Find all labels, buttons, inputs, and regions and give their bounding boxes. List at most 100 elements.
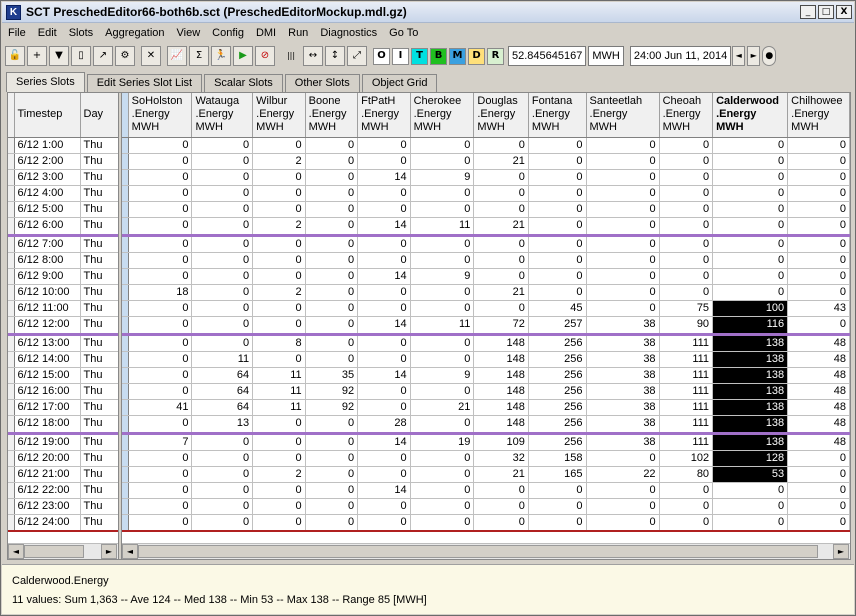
timestep-cell[interactable]: 6/12 16:00 <box>14 383 81 400</box>
value-cell[interactable]: 22 <box>586 466 660 483</box>
value-cell[interactable]: 0 <box>410 482 475 499</box>
timestep-cell[interactable]: 6/12 11:00 <box>14 300 81 317</box>
day-cell[interactable]: Thu <box>80 498 119 515</box>
day-cell[interactable]: Thu <box>80 153 119 170</box>
slot-header-cheoah[interactable]: Cheoah .Energy MWH <box>659 93 714 138</box>
timestep-row[interactable]: 6/12 16:00 Thu <box>8 383 119 400</box>
value-cell[interactable]: 0 <box>787 450 850 467</box>
value-cell[interactable]: 0 <box>128 450 193 467</box>
d-flag-icon[interactable]: D <box>468 47 485 65</box>
timestep-cell[interactable]: 6/12 6:00 <box>14 217 81 237</box>
value-cell[interactable]: 0 <box>252 169 306 186</box>
value-cell[interactable]: 0 <box>357 284 411 301</box>
value-cell[interactable]: 0 <box>305 450 359 467</box>
value-cell[interactable]: 0 <box>191 482 254 499</box>
r-flag-icon[interactable]: R <box>487 47 504 65</box>
day-cell[interactable]: Thu <box>80 482 119 499</box>
value-cell[interactable]: 48 <box>787 415 850 435</box>
value-cell[interactable]: 0 <box>712 514 789 532</box>
value-cell[interactable]: 0 <box>191 316 254 336</box>
value-cell[interactable]: 0 <box>191 433 254 451</box>
value-cell[interactable]: 0 <box>787 185 850 202</box>
value-cell[interactable]: 0 <box>191 217 254 237</box>
day-cell[interactable]: Thu <box>80 399 119 416</box>
value-cell[interactable]: 53 <box>712 466 789 483</box>
value-cell[interactable]: 0 <box>252 252 306 269</box>
value-cell[interactable]: 148 <box>473 415 529 435</box>
value-cell[interactable]: 0 <box>712 169 789 186</box>
value-cell[interactable]: 0 <box>410 201 475 218</box>
value-cell[interactable]: 0 <box>659 201 714 218</box>
value-cell[interactable]: 0 <box>473 201 529 218</box>
value-cell[interactable]: 0 <box>128 268 193 285</box>
value-cell[interactable]: 0 <box>252 201 306 218</box>
timestep-cell[interactable]: 6/12 18:00 <box>14 415 81 435</box>
day-cell[interactable]: Thu <box>80 217 119 237</box>
value-cell[interactable]: 0 <box>659 498 714 515</box>
value-cell[interactable]: 0 <box>586 185 660 202</box>
value-cell[interactable]: 0 <box>128 498 193 515</box>
timestep-cell[interactable]: 6/12 19:00 <box>14 433 81 451</box>
value-cell[interactable]: 0 <box>252 415 306 435</box>
timestep-row[interactable]: 6/12 12:00 Thu <box>8 316 119 336</box>
timestep-cell[interactable]: 6/12 1:00 <box>14 137 81 154</box>
value-cell[interactable]: 148 <box>473 367 529 384</box>
value-cell[interactable]: 0 <box>528 137 587 154</box>
slot-header-cherokee[interactable]: Cherokee .Energy MWH <box>410 93 475 138</box>
value-cell[interactable]: 11 <box>191 351 254 368</box>
value-cell[interactable]: 0 <box>128 367 193 384</box>
timestep-row[interactable]: 6/12 2:00 Thu <box>8 153 119 170</box>
value-cell[interactable]: 0 <box>787 137 850 154</box>
value-cell[interactable]: 0 <box>787 201 850 218</box>
value-cell[interactable]: 0 <box>473 300 529 317</box>
timestep-row[interactable]: 6/12 10:00 Thu <box>8 284 119 301</box>
value-cell[interactable]: 0 <box>659 514 714 532</box>
value-cell[interactable]: 0 <box>252 268 306 285</box>
day-cell[interactable]: Thu <box>80 466 119 483</box>
timestep-cell[interactable]: 6/12 10:00 <box>14 284 81 301</box>
timestep-cell[interactable]: 6/12 12:00 <box>14 316 81 336</box>
value-cell[interactable]: 0 <box>787 316 850 336</box>
day-cell[interactable]: Thu <box>80 284 119 301</box>
value-cell[interactable]: 0 <box>305 284 359 301</box>
value-cell[interactable]: 21 <box>410 399 475 416</box>
value-cell[interactable]: 9 <box>410 367 475 384</box>
value-cell[interactable]: 0 <box>128 415 193 435</box>
value-cell[interactable]: 0 <box>586 217 660 237</box>
delete-icon[interactable]: ✕ <box>141 46 161 66</box>
value-cell[interactable]: 0 <box>659 169 714 186</box>
value-cell[interactable]: 0 <box>787 466 850 483</box>
value-cell[interactable]: 0 <box>528 284 587 301</box>
filter-icon[interactable]: ▼ <box>49 46 69 66</box>
value-cell[interactable]: 38 <box>586 351 660 368</box>
value-cell[interactable]: 0 <box>357 399 411 416</box>
go-icon[interactable]: ● <box>762 46 777 66</box>
tab-scalar-slots[interactable]: Scalar Slots <box>204 74 283 92</box>
value-cell[interactable]: 0 <box>305 316 359 336</box>
value-cell[interactable]: 0 <box>659 268 714 285</box>
value-cell[interactable]: 0 <box>787 252 850 269</box>
timestep-row[interactable]: 6/12 13:00 Thu <box>8 334 119 352</box>
value-cell[interactable]: 7 <box>128 433 193 451</box>
tab-object-grid[interactable]: Object Grid <box>361 74 438 92</box>
value-cell[interactable]: 92 <box>305 399 359 416</box>
run-person-icon[interactable]: 🏃 <box>211 46 231 66</box>
day-cell[interactable]: Thu <box>80 433 119 451</box>
timestep-row[interactable]: 6/12 8:00 Thu <box>8 252 119 269</box>
value-cell[interactable]: 0 <box>528 217 587 237</box>
timestep-row[interactable]: 6/12 19:00 Thu <box>8 433 119 451</box>
value-cell[interactable]: 0 <box>528 169 587 186</box>
value-cell[interactable]: 64 <box>191 383 254 400</box>
value-cell[interactable]: 11 <box>252 367 306 384</box>
value-cell[interactable]: 100 <box>712 300 789 317</box>
day-cell[interactable]: Thu <box>80 268 119 285</box>
value-cell[interactable]: 0 <box>252 137 306 154</box>
timestep-cell[interactable]: 6/12 4:00 <box>14 185 81 202</box>
sum-icon[interactable]: Σ <box>189 46 209 66</box>
close-button[interactable]: X <box>836 5 852 19</box>
value-cell[interactable]: 14 <box>357 268 411 285</box>
m-flag-icon[interactable]: M <box>449 47 466 65</box>
left-horizontal-scrollbar[interactable]: ◄ ► <box>8 543 118 559</box>
value-cell[interactable]: 257 <box>528 316 587 336</box>
right-horizontal-scrollbar[interactable]: ◄ ► <box>122 543 850 559</box>
